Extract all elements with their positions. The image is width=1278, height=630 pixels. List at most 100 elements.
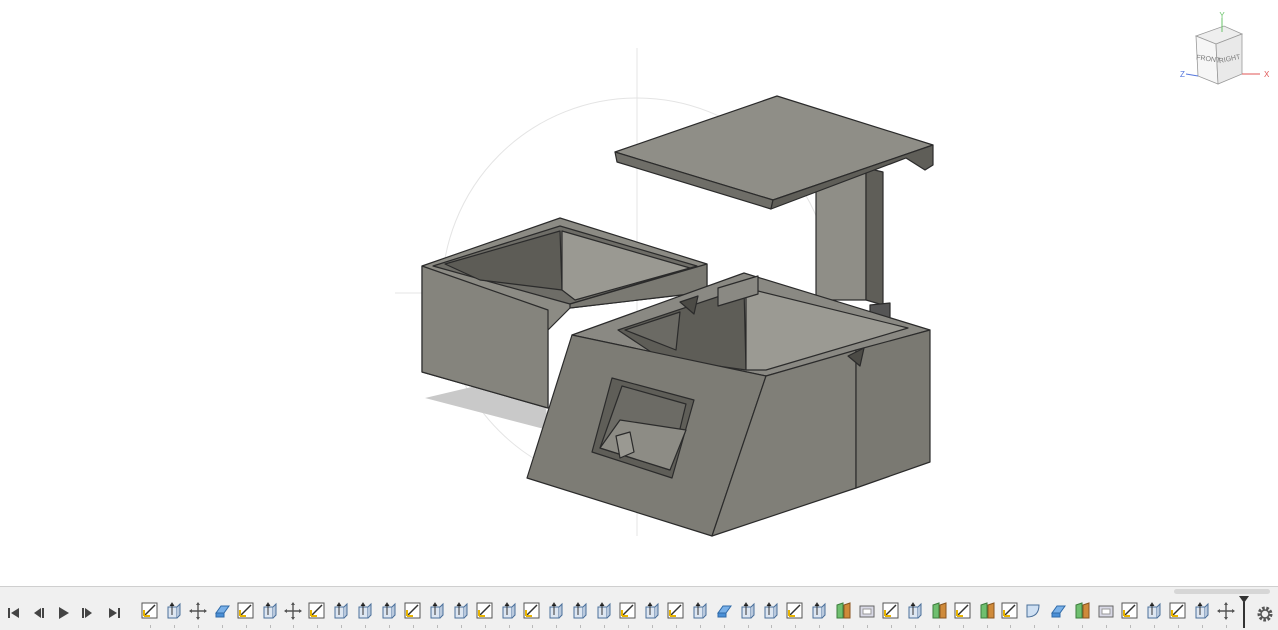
split-icon	[836, 602, 851, 619]
extrude-icon	[645, 602, 659, 619]
sketch-icon	[141, 602, 158, 619]
timeline-tick	[556, 625, 558, 628]
timeline-feature-body[interactable]	[212, 601, 232, 621]
timeline-feature-extrude[interactable]	[809, 601, 829, 621]
timeline-settings-gear-icon[interactable]	[1256, 605, 1274, 623]
timeline-feature-body[interactable]	[714, 601, 734, 621]
timeline-feature-sketch[interactable]	[236, 601, 256, 621]
timeline-feature-sketch[interactable]	[618, 601, 638, 621]
sketch-icon	[308, 602, 325, 619]
timeline-feature-extrude[interactable]	[761, 601, 781, 621]
timeline-tick	[843, 625, 845, 628]
timeline-feature-sketch[interactable]	[666, 601, 686, 621]
step-forward-button[interactable]	[80, 605, 96, 621]
support-post[interactable]	[815, 167, 891, 321]
timeline-tick	[1177, 625, 1179, 628]
main-housing[interactable]	[526, 272, 931, 537]
go-to-end-button[interactable]	[106, 605, 122, 621]
timeline-tick	[1082, 625, 1084, 628]
extrude-icon	[1147, 602, 1161, 619]
fillet-icon	[1026, 604, 1040, 618]
play-button[interactable]	[55, 605, 71, 621]
timeline-feature-extrude[interactable]	[260, 601, 280, 621]
timeline-feature-extrude[interactable]	[905, 601, 925, 621]
body-icon	[214, 605, 230, 618]
timeline-feature-extrude[interactable]	[1192, 601, 1212, 621]
timeline-feature-sketch[interactable]	[522, 601, 542, 621]
timeline-feature-sketch[interactable]	[1120, 601, 1140, 621]
timeline-feature-shell[interactable]	[1096, 601, 1116, 621]
timeline-feature-extrude[interactable]	[546, 601, 566, 621]
timeline-feature-extrude[interactable]	[164, 601, 184, 621]
lid-plate[interactable]	[614, 95, 934, 210]
go-to-start-button[interactable]	[6, 605, 22, 621]
timeline-feature-sketch[interactable]	[140, 601, 160, 621]
timeline-marker-icon[interactable]	[1238, 596, 1250, 628]
timeline-feature-split[interactable]	[977, 601, 997, 621]
extrude-icon	[263, 602, 276, 619]
timeline-tick	[1153, 625, 1155, 628]
shell-icon	[1098, 605, 1114, 618]
timeline-feature-extrude[interactable]	[355, 601, 375, 621]
timeline-feature-sketch[interactable]	[881, 601, 901, 621]
extrude-icon	[382, 602, 396, 619]
timeline-feature-move[interactable]	[188, 601, 208, 621]
timeline-feature-extrude[interactable]	[427, 601, 447, 621]
timeline-feature-sketch[interactable]	[475, 601, 495, 621]
timeline-tick	[962, 625, 964, 628]
timeline-tick	[580, 625, 582, 628]
timeline-feature-sketch[interactable]	[785, 601, 805, 621]
extrude-icon	[334, 602, 348, 619]
timeline-feature-extrude[interactable]	[451, 601, 471, 621]
timeline-feature-extrude[interactable]	[499, 601, 519, 621]
step-back-button[interactable]	[30, 605, 46, 621]
sketch-icon	[1169, 602, 1186, 619]
timeline-tick	[173, 625, 175, 628]
timeline-feature-split[interactable]	[1072, 601, 1092, 621]
canvas-viewport[interactable]: Y X Z FRONT RIGHT	[0, 0, 1278, 586]
timeline-tick	[795, 625, 797, 628]
timeline-feature-sketch[interactable]	[1000, 601, 1020, 621]
timeline-tick	[197, 625, 199, 628]
timeline-tick	[914, 625, 916, 628]
timeline-tick	[221, 625, 223, 628]
timeline-feature-extrude[interactable]	[738, 601, 758, 621]
timeline-feature-sketch[interactable]	[307, 601, 327, 621]
timeline-feature-extrude[interactable]	[570, 601, 590, 621]
timeline-feature-move[interactable]	[283, 601, 303, 621]
timeline-feature-extrude[interactable]	[594, 601, 614, 621]
timeline-feature-extrude[interactable]	[1144, 601, 1164, 621]
viewcube[interactable]: Y X Z FRONT RIGHT	[1180, 12, 1270, 92]
extrude-icon	[693, 602, 707, 619]
axis-x-label: X	[1264, 70, 1270, 79]
timeline-tick	[819, 625, 821, 628]
timeline-tick	[699, 625, 701, 628]
timeline-tick	[484, 625, 486, 628]
timeline-tick	[317, 625, 319, 628]
model-scene[interactable]	[0, 0, 1278, 586]
timeline-tick	[532, 625, 534, 628]
timeline-feature-body[interactable]	[1048, 601, 1068, 621]
sketch-icon	[476, 602, 493, 619]
timeline-feature-fillet[interactable]	[1024, 601, 1044, 621]
extrude-icon	[597, 602, 611, 619]
timeline-feature-move[interactable]	[1216, 601, 1236, 621]
timeline-tick	[436, 625, 438, 628]
timeline-feature-shell[interactable]	[857, 601, 877, 621]
extrude-icon	[741, 602, 754, 619]
timeline-scrollbar[interactable]	[1174, 589, 1270, 594]
timeline-tick	[245, 625, 247, 628]
timeline-feature-split[interactable]	[929, 601, 949, 621]
timeline-feature-extrude[interactable]	[331, 601, 351, 621]
timeline-feature-split[interactable]	[833, 601, 853, 621]
timeline-feature-extrude[interactable]	[379, 601, 399, 621]
skip-start-icon	[8, 608, 19, 618]
timeline-feature-sketch[interactable]	[953, 601, 973, 621]
sketch-icon	[404, 602, 421, 619]
sketch-icon	[667, 602, 684, 619]
timeline-feature-extrude[interactable]	[642, 601, 662, 621]
timeline-feature-sketch[interactable]	[1168, 601, 1188, 621]
timeline-feature-extrude[interactable]	[690, 601, 710, 621]
timeline-feature-sketch[interactable]	[403, 601, 423, 621]
move-icon	[188, 602, 207, 620]
